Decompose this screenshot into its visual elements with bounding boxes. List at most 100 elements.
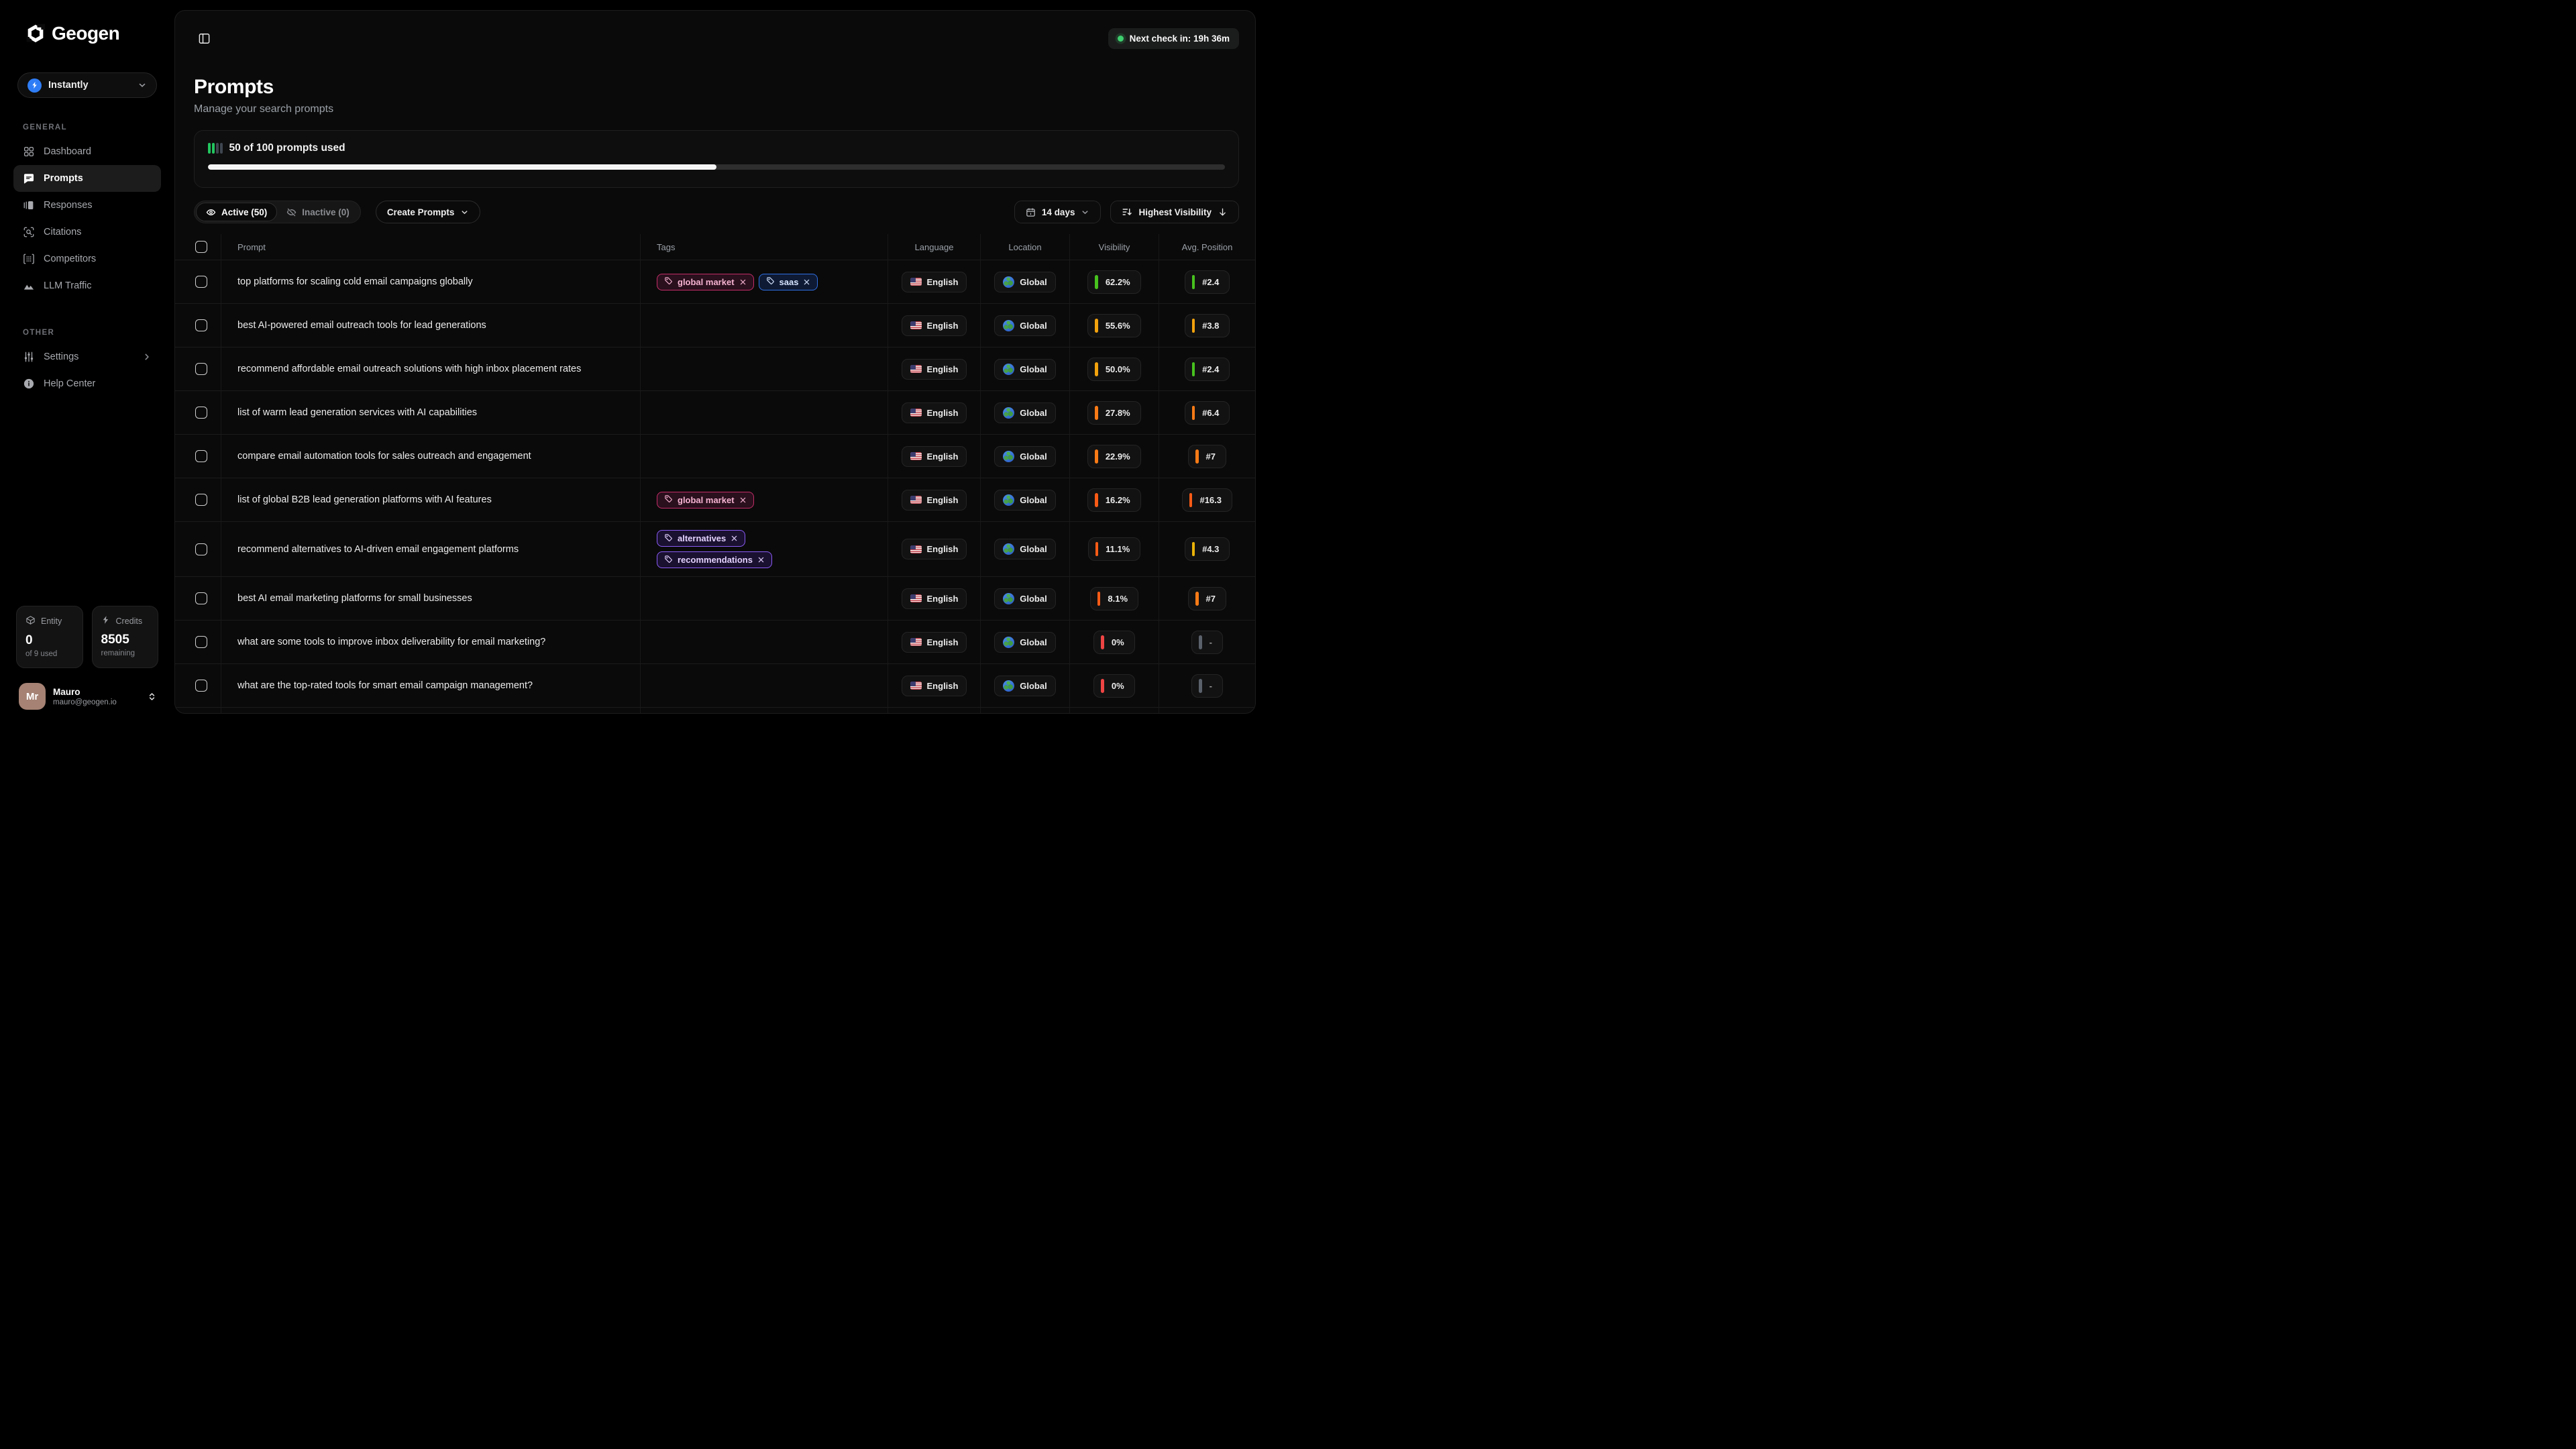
metric-value: #3.8	[1202, 321, 1219, 331]
create-prompts-button[interactable]: Create Prompts	[376, 201, 481, 223]
prompt-cell: best AI-powered email outreach tools for…	[221, 304, 641, 347]
metric-value: 50.0%	[1106, 364, 1130, 374]
visibility-badge: 0%	[1093, 631, 1134, 654]
visibility-badge: 22.9%	[1087, 445, 1140, 468]
tag-remove-icon[interactable]	[757, 556, 765, 564]
prompt-cell: compare email automation tools for sales…	[221, 435, 641, 478]
location-badge: Global	[994, 359, 1055, 380]
tag-chip[interactable]: global market	[657, 492, 754, 508]
prompt-text: list of warm lead generation services wi…	[237, 407, 477, 418]
prompt-text: what are the top-rated tools for smart e…	[237, 680, 533, 691]
tag-remove-icon[interactable]	[739, 278, 747, 286]
sidebar-item-llm-traffic[interactable]: LLM Traffic	[13, 272, 161, 299]
tag-chip[interactable]: recommendations	[657, 551, 772, 568]
language-badge: English	[902, 676, 967, 696]
avg-position-badge: #2.4	[1185, 358, 1230, 381]
sidebar-collapse-button[interactable]	[194, 28, 214, 48]
visibility-cell: 8.1%	[1070, 577, 1159, 620]
language-cell: English	[888, 577, 981, 620]
row-checkbox[interactable]	[195, 319, 207, 331]
language-badge: English	[902, 588, 967, 609]
tab-inactive[interactable]: Inactive (0)	[277, 203, 359, 221]
language-label: English	[927, 681, 959, 691]
metric-bar-icon	[1192, 275, 1195, 289]
prompt-cell: what are the top-rated tools for smart e…	[221, 664, 641, 707]
language-cell: English	[888, 478, 981, 521]
tags-cell	[641, 708, 888, 713]
row-checkbox[interactable]	[195, 680, 207, 692]
prompt-text: compare email automation tools for sales…	[237, 451, 531, 462]
avg-position-badge: -	[1191, 674, 1223, 698]
prompt-cell: what are some tools to improve inbox del…	[221, 621, 641, 663]
language-label: English	[927, 364, 959, 374]
tags-list: global market saas	[657, 274, 818, 290]
sidebar-item-responses[interactable]: Responses	[13, 192, 161, 219]
visibility-cell: 0%	[1070, 664, 1159, 707]
tag-remove-icon[interactable]	[803, 278, 810, 286]
avg-position-cell: #3.8	[1159, 304, 1255, 347]
row-checkbox[interactable]	[195, 592, 207, 604]
usage-progress-fill	[208, 164, 716, 170]
us-flag-icon	[910, 545, 922, 553]
sidebar-item-dashboard[interactable]: Dashboard	[13, 138, 161, 165]
location-label: Global	[1020, 364, 1046, 374]
language-label: English	[927, 451, 959, 462]
avg-position-cell: -	[1159, 664, 1255, 707]
sidebar-item-settings[interactable]: Settings	[13, 343, 161, 370]
language-badge: English	[902, 402, 967, 423]
user-menu[interactable]: Mr Mauro mauro@geogen.io	[19, 683, 157, 710]
row-checkbox[interactable]	[195, 363, 207, 375]
metric-value: #16.3	[1199, 495, 1222, 505]
tag-label: global market	[678, 277, 735, 287]
table-row: top platforms for scaling cold email cam…	[175, 260, 1255, 303]
row-checkbox[interactable]	[195, 494, 207, 506]
sidebar-item-competitors[interactable]: Competitors	[13, 246, 161, 272]
tags-cell	[641, 347, 888, 390]
select-all-checkbox[interactable]	[195, 241, 207, 253]
globe-icon	[1003, 407, 1014, 419]
prompts-table: PromptTagsLanguageLocationVisibilityAvg.…	[175, 234, 1255, 713]
language-badge: English	[902, 446, 967, 467]
metric-value: #7	[1206, 451, 1216, 462]
tag-chip[interactable]: global market	[657, 274, 754, 290]
tag-remove-icon[interactable]	[739, 496, 747, 504]
table-row: best AI-powered email outreach platforms…	[175, 707, 1255, 713]
date-range-button[interactable]: 14 days	[1014, 201, 1102, 223]
help-icon	[23, 378, 35, 390]
tags-list: alternatives recommendations	[657, 530, 838, 568]
tag-icon	[664, 276, 673, 287]
entity-card: Entity 0 of 9 used	[16, 606, 83, 668]
prompt-text: recommend alternatives to AI-driven emai…	[237, 544, 519, 555]
tag-icon	[664, 533, 673, 544]
workspace-selector[interactable]: Instantly	[17, 72, 157, 98]
sidebar-item-citations[interactable]: Citations	[13, 219, 161, 246]
table-row: recommend affordable email outreach solu…	[175, 347, 1255, 390]
prompt-cell: recommend affordable email outreach solu…	[221, 347, 641, 390]
tag-label: saas	[780, 277, 799, 287]
metric-bar-icon	[1192, 406, 1195, 420]
metric-value: #2.4	[1202, 364, 1219, 374]
row-checkbox[interactable]	[195, 276, 207, 288]
competitors-icon	[23, 253, 35, 265]
row-checkbox[interactable]	[195, 407, 207, 419]
location-cell: Global	[981, 260, 1070, 303]
metric-value: 0%	[1112, 637, 1124, 647]
location-cell: Global	[981, 708, 1070, 713]
tag-remove-icon[interactable]	[731, 535, 738, 542]
entity-label: Entity	[41, 616, 62, 626]
section-label: GENERAL	[23, 123, 161, 131]
tag-chip[interactable]: alternatives	[657, 530, 745, 547]
column-header-label: Avg. Position	[1182, 242, 1233, 252]
tag-chip[interactable]: saas	[759, 274, 818, 290]
metric-value: 55.6%	[1106, 321, 1130, 331]
tab-active[interactable]: Active (50)	[196, 203, 277, 221]
sidebar-item-prompts[interactable]: Prompts	[13, 165, 161, 192]
row-checkbox[interactable]	[195, 543, 207, 555]
avg-position-cell: #7	[1159, 577, 1255, 620]
app: Geogen Instantly GENERALDashboardPrompts…	[0, 0, 1288, 724]
sidebar-item-help-center[interactable]: Help Center	[13, 370, 161, 397]
sort-button[interactable]: Highest Visibility	[1110, 201, 1239, 223]
row-checkbox[interactable]	[195, 450, 207, 462]
row-checkbox-cell	[175, 577, 221, 620]
row-checkbox[interactable]	[195, 636, 207, 648]
